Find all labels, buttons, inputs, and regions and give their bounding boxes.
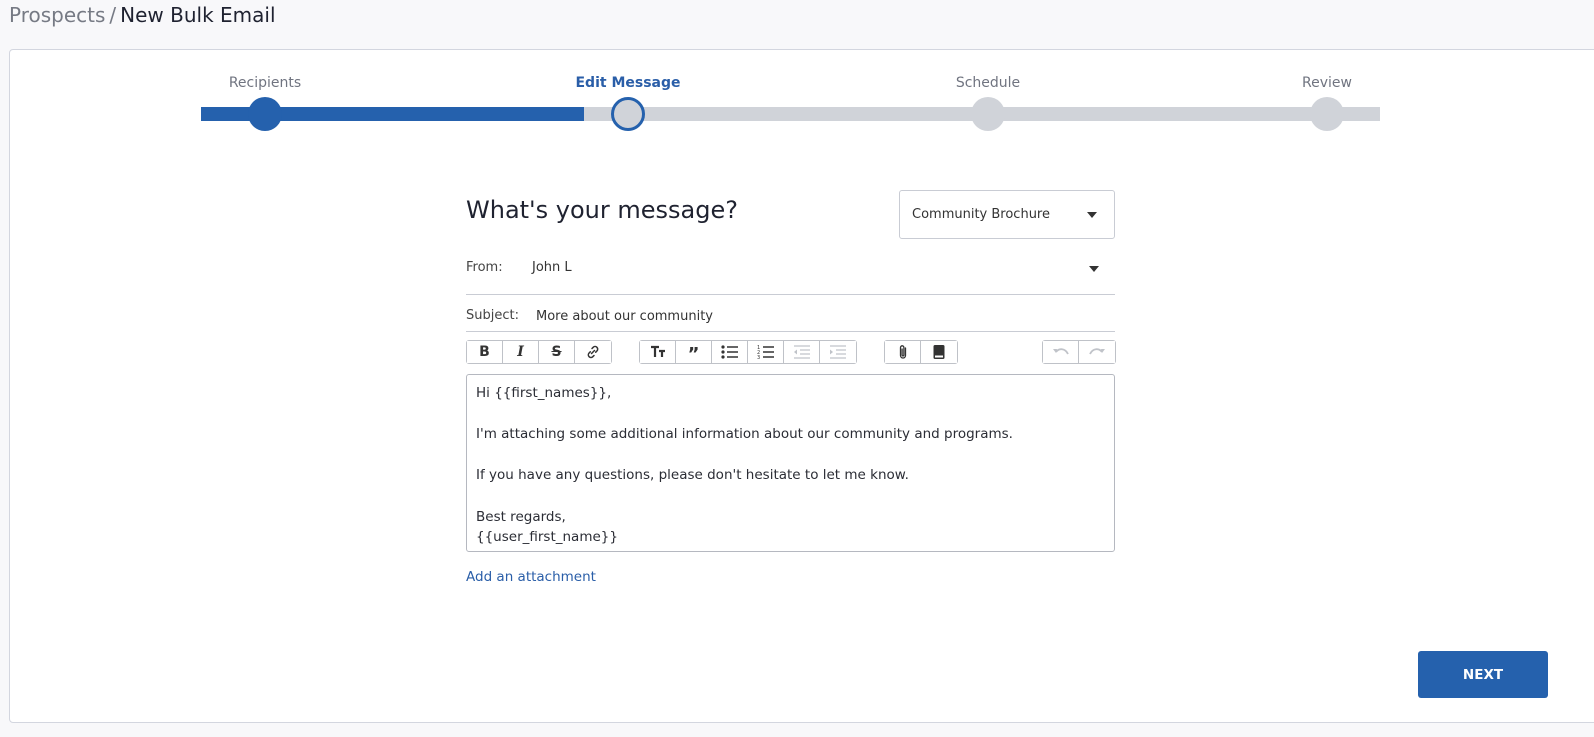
outdent-icon [793,345,810,359]
step-dot-review [1310,97,1344,131]
svg-text:3: 3 [757,355,760,359]
editor-line: Best regards, [476,508,566,525]
toolbar-block-group: ” 1 2 3 [639,340,857,364]
subject-label: Subject: [466,308,519,323]
toolbar-insert-group [884,340,958,364]
bullet-list-button[interactable] [712,341,748,363]
step-dot-recipients[interactable] [248,97,282,131]
strikethrough-button[interactable]: S [539,341,575,363]
redo-button[interactable] [1079,341,1115,363]
heading-button[interactable] [640,341,676,363]
numbered-list-button[interactable]: 1 2 3 [748,341,784,363]
editor-line: I'm attaching some additional informatio… [476,426,1013,443]
next-button[interactable]: NEXT [1418,651,1548,698]
editor-line: Hi {{first_names}}, [476,385,612,401]
undo-button[interactable] [1043,341,1079,363]
quote-button[interactable]: ” [676,341,712,365]
redo-icon [1089,348,1105,355]
numbered-list-icon: 1 2 3 [757,345,774,359]
editor-line [476,486,1105,507]
chevron-down-icon [1087,212,1097,218]
heading-icon [650,345,665,357]
from-select[interactable]: From: John L [466,253,1115,295]
breadcrumb-prospects-link[interactable]: Prospects [9,3,105,27]
breadcrumb-current: New Bulk Email [120,3,276,27]
indent-icon [830,345,846,359]
indent-button[interactable] [820,341,856,363]
template-select-value: Community Brochure [912,207,1050,222]
message-heading: What's your message? [466,196,738,224]
from-label: From: [466,260,503,275]
breadcrumb: Prospects / New Bulk Email [9,2,276,28]
library-button[interactable] [921,341,957,363]
step-label-edit-message: Edit Message [575,75,681,91]
template-select[interactable]: Community Brochure [899,190,1115,239]
outdent-button[interactable] [784,341,820,363]
step-label-recipients: Recipients [228,75,302,91]
attachment-button[interactable] [885,341,921,363]
subject-input[interactable] [536,305,1106,327]
toolbar-text-style-group: B I S [466,340,612,364]
from-value: John L [532,260,572,275]
editor-line [476,404,1105,425]
add-attachment-link[interactable]: Add an attachment [466,569,596,585]
toolbar-history-group [1042,340,1116,364]
step-label-schedule: Schedule [955,75,1021,91]
chevron-down-icon [1089,266,1099,272]
step-label-review: Review [1302,75,1352,91]
strikethrough-icon: S [551,344,562,360]
editor-line: {{user_first_name}} [476,529,618,546]
italic-button[interactable]: I [503,341,539,363]
editor-line [476,445,1105,466]
bold-icon: B [479,344,490,360]
step-dot-schedule [971,97,1005,131]
attachment-icon [899,345,906,359]
quote-icon: ” [687,344,700,365]
bold-button[interactable]: B [467,341,503,363]
editor-line: If you have any questions, please don't … [476,467,909,484]
breadcrumb-separator: / [109,3,117,27]
undo-icon [1052,348,1069,355]
italic-icon: I [517,344,524,360]
book-icon [933,345,945,359]
link-icon [587,345,599,359]
message-editor[interactable]: Hi {{first_names}}, I'm attaching some a… [466,374,1115,552]
bullet-list-icon [720,345,738,359]
step-dot-edit-message [611,97,645,131]
subject-row: Subject: [466,302,1115,332]
link-button[interactable] [575,341,611,363]
